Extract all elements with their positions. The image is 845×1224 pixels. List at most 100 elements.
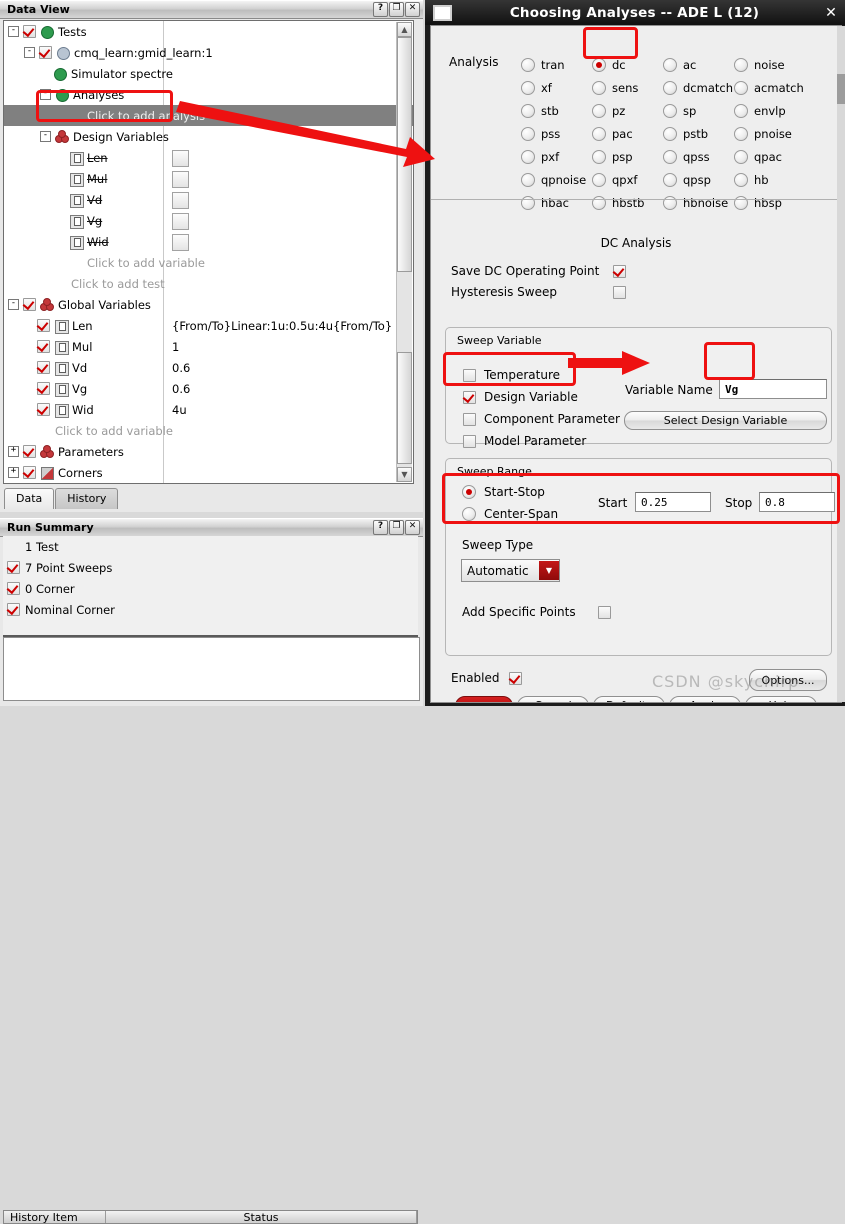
analysis-option-ac[interactable]: ac bbox=[663, 57, 734, 72]
run-summary-checkbox[interactable] bbox=[7, 561, 20, 574]
tree-row-checkbox[interactable] bbox=[37, 340, 50, 353]
radio-qpxf[interactable] bbox=[592, 172, 606, 187]
start-stop-radio[interactable] bbox=[462, 485, 476, 499]
tree-row-checkbox[interactable] bbox=[23, 298, 36, 311]
tree-expander-icon[interactable]: - bbox=[8, 26, 19, 37]
radio-psp[interactable] bbox=[592, 149, 606, 164]
dialog-scroll-thumb[interactable] bbox=[837, 74, 845, 104]
analysis-option-hb[interactable]: hb bbox=[734, 172, 805, 187]
select-design-variable-button[interactable]: Select Design Variable bbox=[624, 411, 827, 430]
tree-row[interactable]: - Tests bbox=[4, 21, 413, 42]
radio-envlp[interactable] bbox=[734, 103, 748, 118]
tree-expander-icon[interactable]: + bbox=[8, 446, 19, 457]
tree-row-checkbox[interactable] bbox=[37, 361, 50, 374]
save-dc-operating-point-checkbox[interactable] bbox=[613, 264, 626, 278]
radio-qpac[interactable] bbox=[734, 149, 748, 164]
tree-row[interactable]: Len {From/To}Linear:1u:0.5u:4u{From/To} bbox=[4, 315, 413, 336]
radio-dcmatch[interactable] bbox=[663, 80, 677, 95]
tree-row-checkbox[interactable] bbox=[37, 382, 50, 395]
analysis-option-hbac[interactable]: hbac bbox=[521, 195, 592, 210]
cancel-button[interactable]: Cancel bbox=[517, 696, 589, 702]
tree-row[interactable]: Wid 4u bbox=[4, 399, 413, 420]
defaults-button[interactable]: Defaults bbox=[593, 696, 665, 702]
analysis-option-sens[interactable]: sens bbox=[592, 80, 663, 95]
analysis-option-qpss[interactable]: qpss bbox=[663, 149, 734, 164]
analysis-option-hbsp[interactable]: hbsp bbox=[734, 195, 805, 210]
hysteresis-sweep-checkbox[interactable] bbox=[613, 285, 626, 299]
data-view-tree[interactable]: - Tests - cmq_learn:gmid_learn:1 Simulator s… bbox=[3, 20, 414, 484]
tree-expander-icon[interactable]: - bbox=[8, 299, 19, 310]
component-parameter-checkbox[interactable] bbox=[463, 412, 476, 426]
tree-row-value[interactable]: 0.6 bbox=[172, 361, 190, 375]
tab-data[interactable]: Data bbox=[4, 488, 55, 509]
analysis-option-psp[interactable]: psp bbox=[592, 149, 663, 164]
tree-row-value-box[interactable] bbox=[172, 171, 189, 188]
radio-tran[interactable] bbox=[521, 57, 535, 72]
center-span-row[interactable]: Center-Span bbox=[462, 507, 558, 521]
tree-row[interactable]: Vd 0.6 bbox=[4, 357, 413, 378]
run-summary-checkbox[interactable] bbox=[7, 582, 20, 595]
analysis-option-pnoise[interactable]: pnoise bbox=[734, 126, 805, 141]
radio-noise[interactable] bbox=[734, 57, 748, 72]
variable-name-input[interactable]: Vg bbox=[719, 379, 827, 399]
restore-icon[interactable]: ❐ bbox=[389, 520, 404, 535]
model-parameter-checkbox[interactable] bbox=[463, 434, 476, 448]
analysis-radio-grid[interactable]: tran dc ac noise xf sens dcmatch acmatch stb pz sp… bbox=[521, 53, 831, 214]
design-variable-row[interactable]: Design Variable bbox=[463, 390, 578, 404]
tree-row-value[interactable]: {From/To}Linear:1u:0.5u:4u{From/To} bbox=[172, 319, 392, 333]
tree-row-checkbox[interactable] bbox=[39, 46, 52, 59]
radio-acmatch[interactable] bbox=[734, 80, 748, 95]
analysis-option-pss[interactable]: pss bbox=[521, 126, 592, 141]
analysis-option-pac[interactable]: pac bbox=[592, 126, 663, 141]
tree-row-checkbox[interactable] bbox=[37, 403, 50, 416]
tree-row[interactable]: + Corners bbox=[4, 462, 413, 483]
tree-row[interactable]: - Global Variables bbox=[4, 294, 413, 315]
radio-hbac[interactable] bbox=[521, 195, 535, 210]
analysis-option-qpnoise[interactable]: qpnoise bbox=[521, 172, 592, 187]
radio-dc[interactable] bbox=[592, 57, 606, 72]
start-stop-row[interactable]: Start-Stop bbox=[462, 485, 545, 499]
temperature-row[interactable]: Temperature bbox=[463, 368, 560, 382]
tree-row[interactable]: +Documents bbox=[4, 483, 413, 484]
radio-pnoise[interactable] bbox=[734, 126, 748, 141]
model-parameter-row[interactable]: Model Parameter bbox=[463, 434, 586, 448]
chevron-down-icon[interactable]: ▼ bbox=[539, 561, 559, 580]
radio-xf[interactable] bbox=[521, 80, 535, 95]
tree-row-value-box[interactable] bbox=[172, 150, 189, 167]
design-variable-checkbox[interactable] bbox=[463, 390, 476, 404]
radio-pz[interactable] bbox=[592, 103, 606, 118]
analysis-option-qpac[interactable]: qpac bbox=[734, 149, 805, 164]
analysis-option-xf[interactable]: xf bbox=[521, 80, 592, 95]
close-icon[interactable]: ✕ bbox=[405, 520, 420, 535]
component-parameter-row[interactable]: Component Parameter bbox=[463, 412, 620, 426]
analysis-option-pstb[interactable]: pstb bbox=[663, 126, 734, 141]
radio-pxf[interactable] bbox=[521, 149, 535, 164]
analysis-option-qpsp[interactable]: qpsp bbox=[663, 172, 734, 187]
tree-row[interactable]: + Parameters bbox=[4, 441, 413, 462]
analysis-option-stb[interactable]: stb bbox=[521, 103, 592, 118]
tree-expander-icon[interactable]: - bbox=[40, 131, 51, 142]
tree-row-checkbox[interactable] bbox=[23, 25, 36, 38]
analysis-option-hbnoise[interactable]: hbnoise bbox=[663, 195, 734, 210]
radio-stb[interactable] bbox=[521, 103, 535, 118]
radio-pstb[interactable] bbox=[663, 126, 677, 141]
tree-expander-icon[interactable]: - bbox=[24, 47, 35, 58]
add-specific-points-checkbox[interactable] bbox=[597, 605, 611, 619]
scroll-up-icon[interactable]: ▲ bbox=[397, 22, 412, 37]
enabled-checkbox[interactable] bbox=[508, 671, 522, 685]
tree-row[interactable]: Vg 0.6 bbox=[4, 378, 413, 399]
analysis-option-dc[interactable]: dc bbox=[592, 57, 663, 72]
tree-row[interactable]: Click to add variable bbox=[4, 252, 413, 273]
tree-row[interactable]: - Design Variables bbox=[4, 126, 413, 147]
close-icon[interactable]: ✕ bbox=[817, 5, 845, 21]
radio-hbnoise[interactable] bbox=[663, 195, 677, 210]
dialog-vertical-scrollbar[interactable] bbox=[837, 26, 845, 702]
temperature-checkbox[interactable] bbox=[463, 368, 476, 382]
sweep-type-select[interactable]: Automatic ▼ bbox=[461, 559, 560, 582]
center-span-radio[interactable] bbox=[462, 507, 476, 521]
analysis-option-envlp[interactable]: envlp bbox=[734, 103, 805, 118]
radio-sens[interactable] bbox=[592, 80, 606, 95]
tree-row[interactable]: Wid bbox=[4, 231, 413, 252]
tree-vertical-scrollbar[interactable]: ▲ ▼ bbox=[396, 22, 412, 482]
analysis-option-pxf[interactable]: pxf bbox=[521, 149, 592, 164]
